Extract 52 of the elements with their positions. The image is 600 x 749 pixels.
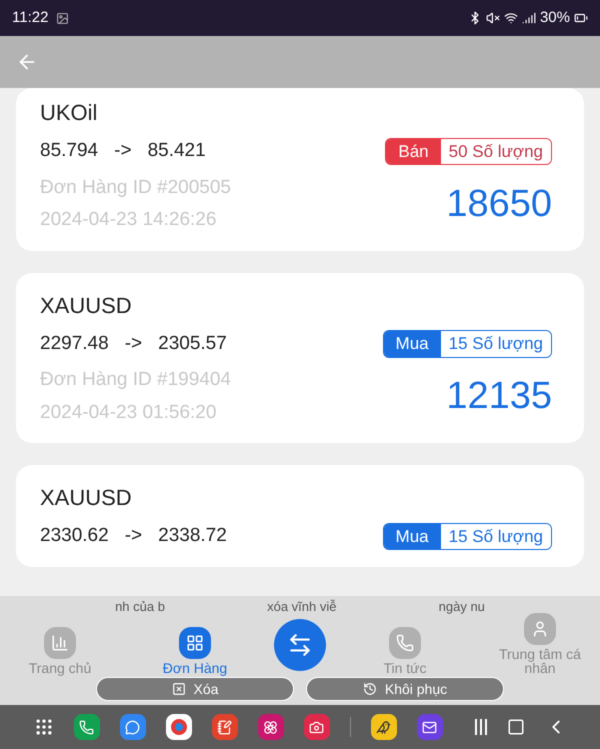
notes-app-icon[interactable] — [212, 714, 238, 740]
status-time: 11:22 — [12, 8, 48, 28]
amount-value: 12135 — [446, 374, 552, 419]
nav-tab[interactable]: Trung tâm cá nhân — [484, 613, 596, 675]
gallery-app-icon[interactable] — [258, 714, 284, 740]
open-price: 85.794 — [40, 139, 98, 163]
dialog-text-fragment: xóa vĩnh viễ — [267, 600, 336, 613]
battery-percent: 30% — [540, 8, 570, 28]
phone-icon — [396, 634, 414, 652]
restore-button[interactable]: Khôi phục — [306, 677, 504, 701]
symbol-text: XAUUSD — [40, 484, 133, 512]
swap-button[interactable] — [274, 619, 326, 671]
side-label: Mua — [384, 524, 441, 549]
battery-icon — [574, 11, 588, 25]
dialog-text-fragment: ngày nu — [438, 600, 485, 613]
nav-tab[interactable]: Trang chủ — [4, 627, 116, 675]
bar-chart-icon — [51, 634, 69, 652]
side-label: Mua — [384, 331, 441, 356]
symbol-text: XAUUSD — [40, 292, 133, 320]
home-nav-icon[interactable] — [506, 718, 524, 736]
close-price: 2305.57 — [158, 332, 227, 356]
mail-app-icon[interactable] — [416, 714, 442, 740]
amount-value: 18650 — [446, 182, 552, 226]
dialog-text-fragment: nh của b — [115, 600, 165, 613]
close-icon — [172, 682, 186, 696]
arrow-text: -> — [114, 139, 132, 163]
recent-apps-icon[interactable] — [474, 719, 486, 735]
phone-app-icon[interactable] — [74, 714, 100, 740]
signal-icon — [522, 11, 536, 25]
browser-app-icon[interactable] — [166, 714, 192, 740]
symbol-text: UKOil — [40, 99, 98, 127]
arrow-text: -> — [124, 524, 142, 548]
open-price: 2330.62 — [40, 524, 109, 548]
user-icon — [531, 620, 549, 638]
apps-grid-icon[interactable] — [34, 717, 54, 737]
camera-app-icon[interactable] — [304, 714, 330, 740]
mute-icon — [486, 11, 500, 25]
quantity-label: 15 Số lượng — [440, 524, 551, 549]
wifi-icon — [504, 11, 518, 25]
messages-app-icon[interactable] — [120, 714, 146, 740]
close-price: 2338.72 — [158, 524, 227, 548]
close-price: 85.421 — [148, 139, 206, 163]
arrow-text: -> — [124, 332, 142, 356]
nav-tab[interactable]: Đơn Hàng — [139, 627, 251, 675]
history-icon — [362, 682, 377, 696]
side-label: Bán — [386, 138, 441, 164]
nav-tab[interactable]: Tin tức — [349, 627, 461, 675]
open-price: 2297.48 — [40, 332, 109, 356]
grid-icon — [186, 634, 204, 652]
quantity-label: 15 Số lượng — [440, 331, 551, 356]
quantity-label: 50 Số lượng — [440, 138, 551, 164]
delete-button[interactable]: Xóa — [96, 677, 294, 701]
